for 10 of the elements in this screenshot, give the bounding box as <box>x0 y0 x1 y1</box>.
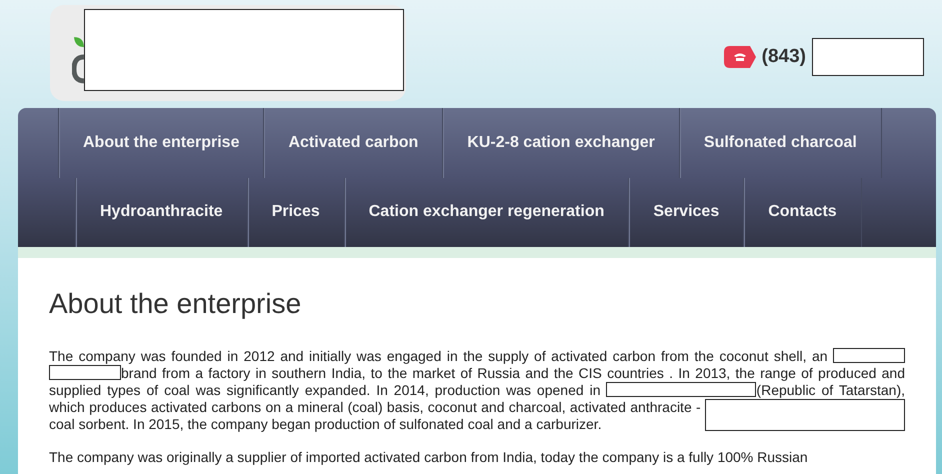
nav-link[interactable]: Activated carbon <box>263 108 442 178</box>
paragraph: The company was originally a supplier of imported activated carbon from India, today the company is a fully 100% Russian <box>49 449 809 466</box>
nav-link[interactable]: Sulfonated charcoal <box>678 108 882 178</box>
phone-number: (843) <box>762 46 806 68</box>
paragraph: The company was founded in 2012 and initially was engaged in the supply of activated carbon from the coconut shell, an brand from a factory in southern India, to the market of Russia and the CIS countries . In 2013, the range of produced and supplied types of coal was significantly expanded. In 2014, production was opened in (Republic of Tatarstan), which produces activated carbons on a mineral (coal) basis, coconut and charcoal, activated anthracite - coal sorbent. In 2015, the company began production of sulfonated coal and a carburizer. <box>49 348 905 433</box>
page-heading: About the enterprise <box>49 288 302 320</box>
phone-icon <box>724 46 756 68</box>
nav-link[interactable]: KU-2-8 cation exchanger <box>442 108 679 178</box>
nav-link[interactable]: About the enterprise <box>58 108 264 178</box>
logo-icon <box>72 35 84 85</box>
